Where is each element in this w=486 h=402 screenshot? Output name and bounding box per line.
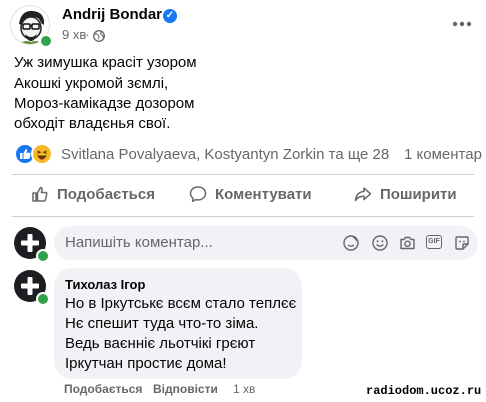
comment-reply-link[interactable]: Відповісти	[153, 382, 218, 396]
gif-icon[interactable]: GIF	[426, 235, 442, 249]
comment-text-line: Но в Іркутськє всєм стало теплєє	[65, 295, 297, 312]
comment-input[interactable]: Напишіть коментар...	[65, 234, 213, 251]
comment-like-link[interactable]: Подобається	[64, 382, 142, 396]
sticker-icon[interactable]	[454, 235, 470, 251]
post-text-line: Акошкі укромой зємлі,	[14, 75, 169, 92]
comment-bubble: Тихолаз Ігор Но в Іркутськє всєм стало т…	[54, 268, 302, 379]
comment-button-label: Коментувати	[215, 185, 312, 203]
comment-text-line: Ведь ваєнніє льотчікі грєют	[65, 335, 256, 352]
haha-reaction-icon	[31, 143, 53, 165]
comment-bubble-icon	[189, 186, 207, 203]
author-online-indicator	[39, 34, 53, 48]
post-more-options-button[interactable]	[452, 7, 472, 33]
avatar-sticker-icon[interactable]	[343, 235, 359, 251]
like-button-label: Подобається	[57, 185, 155, 203]
comment-text-line: Нє спешит туда что-то зіма.	[65, 315, 259, 332]
thumbs-up-icon	[32, 186, 48, 202]
verified-badge-icon: ✓	[163, 9, 177, 23]
reactions-names[interactable]: Svitlana Povalyaeva, Kostyantyn Zorkin т…	[61, 146, 389, 163]
post-author-name[interactable]: Andrij Bondar	[62, 6, 162, 23]
comment-timestamp[interactable]: 1 хв	[233, 382, 255, 396]
composer-online-indicator	[36, 249, 50, 263]
share-button-label: Поширити	[380, 185, 457, 203]
like-button[interactable]: Подобається	[31, 185, 155, 203]
comments-count-link[interactable]: 1 коментар	[404, 146, 482, 163]
post-text-line: Уж зимушка красіт узором	[14, 54, 197, 71]
post-meta-separator: ·	[85, 27, 90, 42]
commenter-online-indicator	[36, 292, 50, 306]
gif-icon-label: GIF	[428, 238, 440, 245]
audience-globe-icon[interactable]	[93, 29, 105, 47]
emoji-icon[interactable]	[372, 235, 388, 251]
comment-composer[interactable]: Напишіть коментар... GIF	[54, 226, 478, 260]
share-arrow-icon	[354, 187, 372, 202]
comment-text-line: Іркутчан простиє дома!	[65, 355, 227, 372]
watermark: radiodom.ucoz.ru	[366, 384, 482, 398]
comment-button[interactable]: Коментувати	[189, 185, 312, 203]
camera-icon[interactable]	[399, 235, 416, 251]
post-text-line: Мороз-камікадзе дозором	[14, 95, 195, 112]
divider	[12, 216, 474, 217]
divider	[12, 174, 474, 175]
share-button[interactable]: Поширити	[354, 185, 457, 203]
post-timestamp[interactable]: 9 хв	[62, 27, 86, 42]
comment-author-name[interactable]: Тихолаз Ігор	[65, 277, 145, 292]
more-dots-icon	[452, 21, 472, 27]
post-text-line: обходіт владєнья свої.	[14, 115, 171, 132]
